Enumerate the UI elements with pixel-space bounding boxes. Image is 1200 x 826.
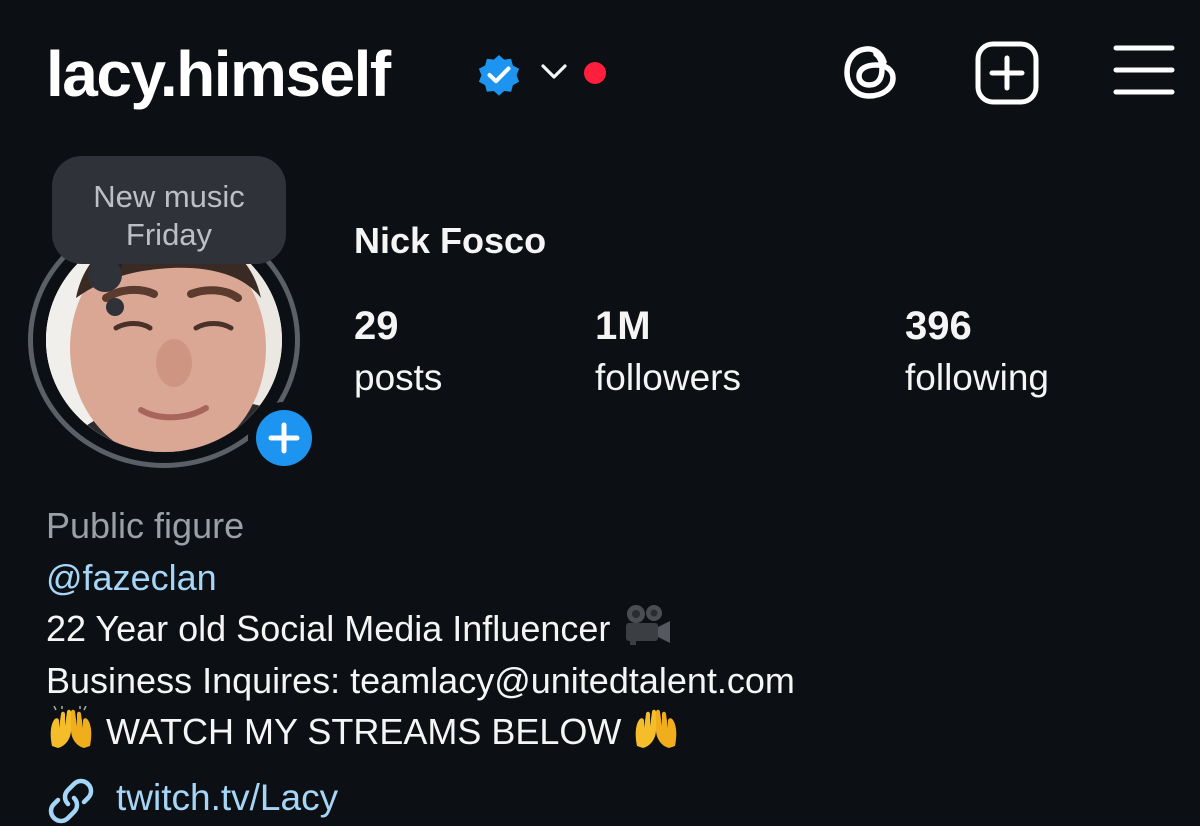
bio: Public figure @fazeclan 22 Year old Soci…	[46, 500, 1186, 758]
threads-icon[interactable]	[838, 38, 904, 106]
hamburger-menu-icon[interactable]	[1112, 42, 1176, 98]
movie-camera-emoji	[626, 605, 671, 645]
username-switcher[interactable]: lacy.himself	[46, 36, 391, 112]
bio-line-1-text: 22 Year old Social Media Influencer	[46, 608, 611, 649]
verified-badge-icon	[478, 55, 520, 96]
bio-line-3: WATCH MY STREAMS BELOW	[46, 706, 1186, 758]
stat-posts[interactable]: 29 posts	[354, 302, 442, 402]
display-name: Nick Fosco	[354, 220, 547, 261]
profile-note-bubble[interactable]: New music Friday	[52, 156, 286, 264]
note-tail-small	[106, 298, 124, 316]
stat-posts-value: 29	[354, 304, 399, 348]
raising-hands-emoji-2	[636, 709, 677, 748]
notification-dot	[584, 62, 606, 84]
add-story-circle	[256, 410, 312, 466]
stat-followers-label: followers	[595, 357, 741, 398]
chevron-down-icon[interactable]	[540, 60, 568, 84]
profile-category: Public figure	[46, 505, 245, 546]
stat-following-label: following	[905, 357, 1049, 398]
top-bar: lacy.himself	[0, 0, 1200, 150]
bio-line-2: Business Inquires: teamlacy@unitedtalent…	[46, 659, 795, 701]
stat-following-value: 396	[905, 304, 972, 348]
stat-followers-value: 1M	[595, 304, 651, 348]
add-story-button[interactable]	[248, 402, 320, 474]
raising-hands-emoji	[50, 706, 92, 748]
bio-link-text[interactable]: twitch.tv/Lacy	[116, 772, 338, 824]
bio-line-3-text: WATCH MY STREAMS BELOW	[106, 711, 622, 752]
profile-page: lacy.himself New music Friday Nick Fosco…	[0, 0, 1200, 826]
link-icon	[48, 778, 94, 824]
note-line-2: Friday	[125, 217, 213, 252]
note-line-1: New music	[93, 179, 245, 214]
stat-posts-label: posts	[354, 357, 443, 398]
plus-icon	[268, 422, 300, 454]
stat-followers[interactable]: 1M followers	[595, 302, 741, 402]
add-content-icon[interactable]	[974, 40, 1040, 106]
bio-line-1: 22 Year old Social Media Influencer	[46, 603, 1186, 655]
stat-following[interactable]: 396 following	[905, 302, 1049, 402]
bio-mention-link[interactable]: @fazeclan	[46, 552, 1186, 604]
note-tail	[88, 258, 122, 292]
